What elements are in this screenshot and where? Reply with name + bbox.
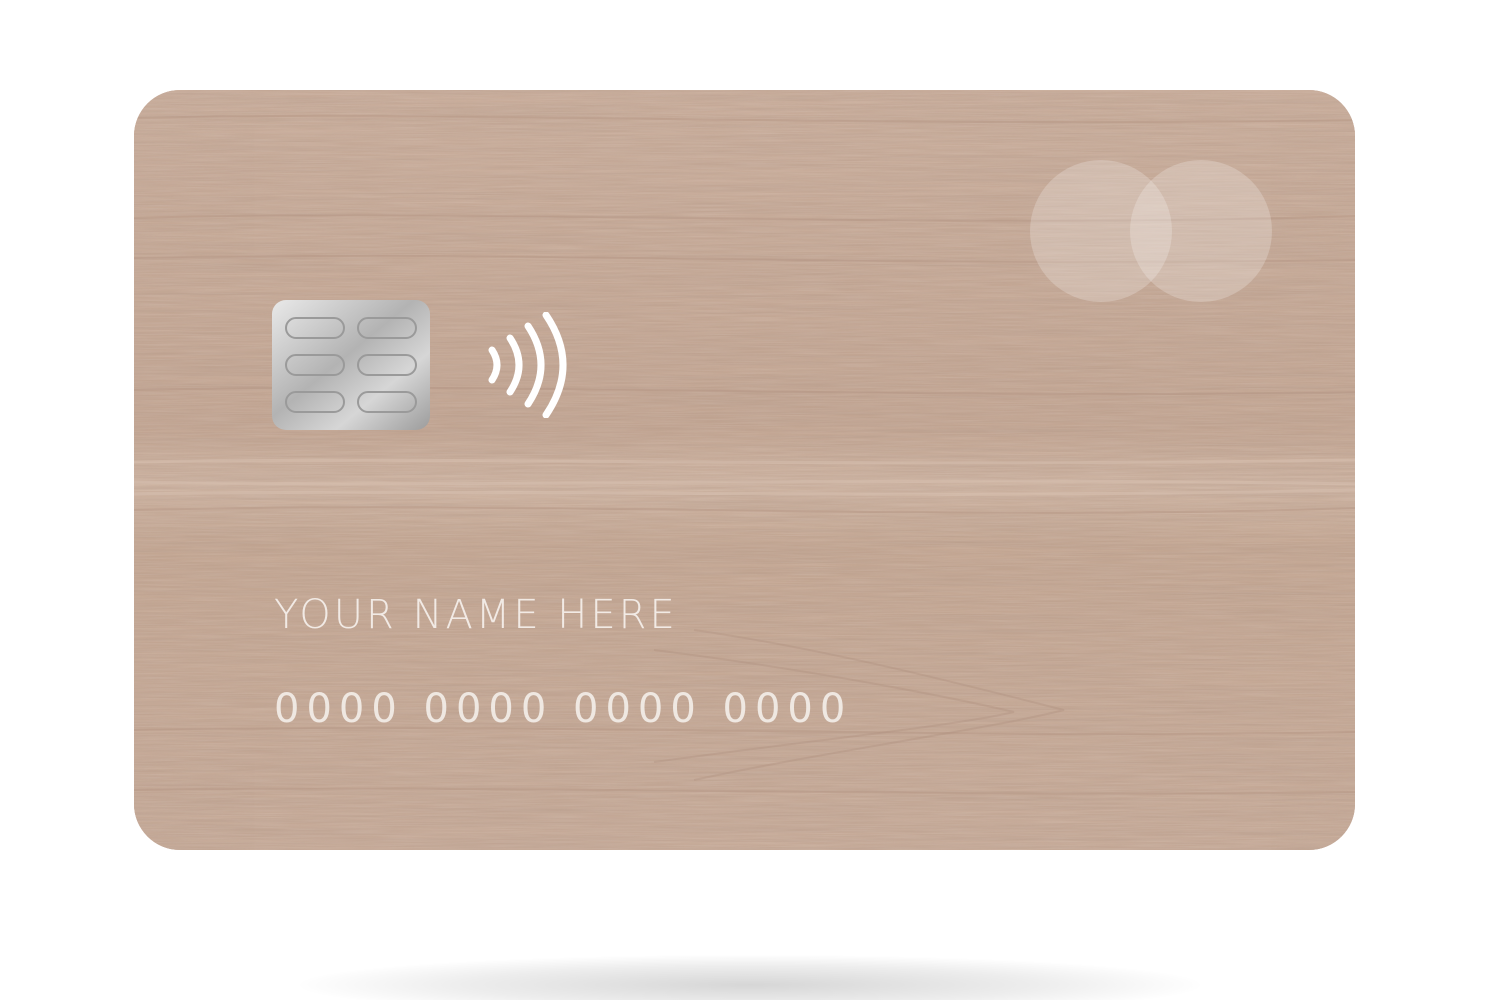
card-number: 0000 0000 0000 0000 <box>274 686 853 732</box>
scene: YOUR NAME HERE 0000 0000 0000 0000 <box>0 0 1500 1000</box>
overlapping-circles-logo <box>1030 160 1272 302</box>
card-floor-shadow <box>300 955 1200 1000</box>
credit-card: YOUR NAME HERE 0000 0000 0000 0000 <box>134 90 1355 850</box>
emv-chip-icon <box>272 300 430 430</box>
contactless-icon <box>488 312 567 418</box>
cardholder-name: YOUR NAME HERE <box>274 592 678 638</box>
